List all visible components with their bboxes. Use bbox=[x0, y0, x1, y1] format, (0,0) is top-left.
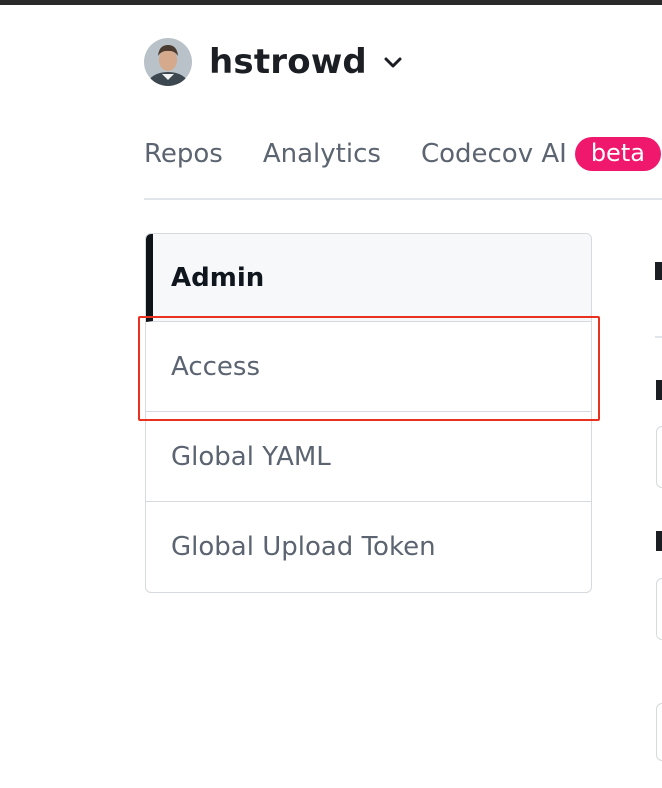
main-heading-fragment bbox=[655, 262, 662, 280]
sidebar-header-label: Admin bbox=[171, 262, 265, 293]
nav-tabs: Repos Analytics Codecov AI beta bbox=[144, 132, 662, 176]
content-divider-fragment bbox=[655, 336, 662, 338]
org-name[interactable]: hstrowd bbox=[209, 42, 367, 82]
field-label-fragment bbox=[656, 531, 662, 551]
avatar[interactable] bbox=[144, 38, 192, 86]
admin-sidebar: Admin Access Global YAML Global Upload T… bbox=[145, 233, 592, 593]
sidebar-item-label: Access bbox=[171, 351, 261, 382]
sidebar-item-access[interactable]: Access bbox=[146, 322, 591, 412]
sidebar-item-label: Global YAML bbox=[171, 441, 331, 472]
sidebar-item-label: Global Upload Token bbox=[171, 531, 436, 562]
beta-badge: beta bbox=[574, 137, 661, 171]
sidebar-item-global-yaml[interactable]: Global YAML bbox=[146, 412, 591, 502]
sidebar-item-global-upload-token[interactable]: Global Upload Token bbox=[146, 502, 591, 591]
button-fragment[interactable] bbox=[656, 703, 662, 761]
tabs-divider bbox=[144, 198, 662, 200]
input-field-fragment[interactable] bbox=[656, 426, 662, 488]
sidebar-header-admin[interactable]: Admin bbox=[146, 234, 591, 322]
user-avatar-icon bbox=[144, 38, 192, 86]
tab-repos[interactable]: Repos bbox=[144, 139, 223, 169]
chevron-down-icon[interactable] bbox=[381, 50, 405, 74]
top-bar bbox=[0, 0, 662, 5]
field-label-fragment bbox=[656, 380, 662, 400]
org-switcher[interactable]: hstrowd bbox=[144, 38, 405, 86]
tab-label: Codecov AI bbox=[420, 139, 567, 169]
input-field-fragment[interactable] bbox=[656, 578, 662, 640]
tab-analytics[interactable]: Analytics bbox=[263, 139, 381, 169]
tab-codecov-ai[interactable]: Codecov AI beta bbox=[421, 137, 661, 171]
tab-label: Repos bbox=[144, 139, 223, 169]
tab-label: Analytics bbox=[262, 139, 381, 169]
